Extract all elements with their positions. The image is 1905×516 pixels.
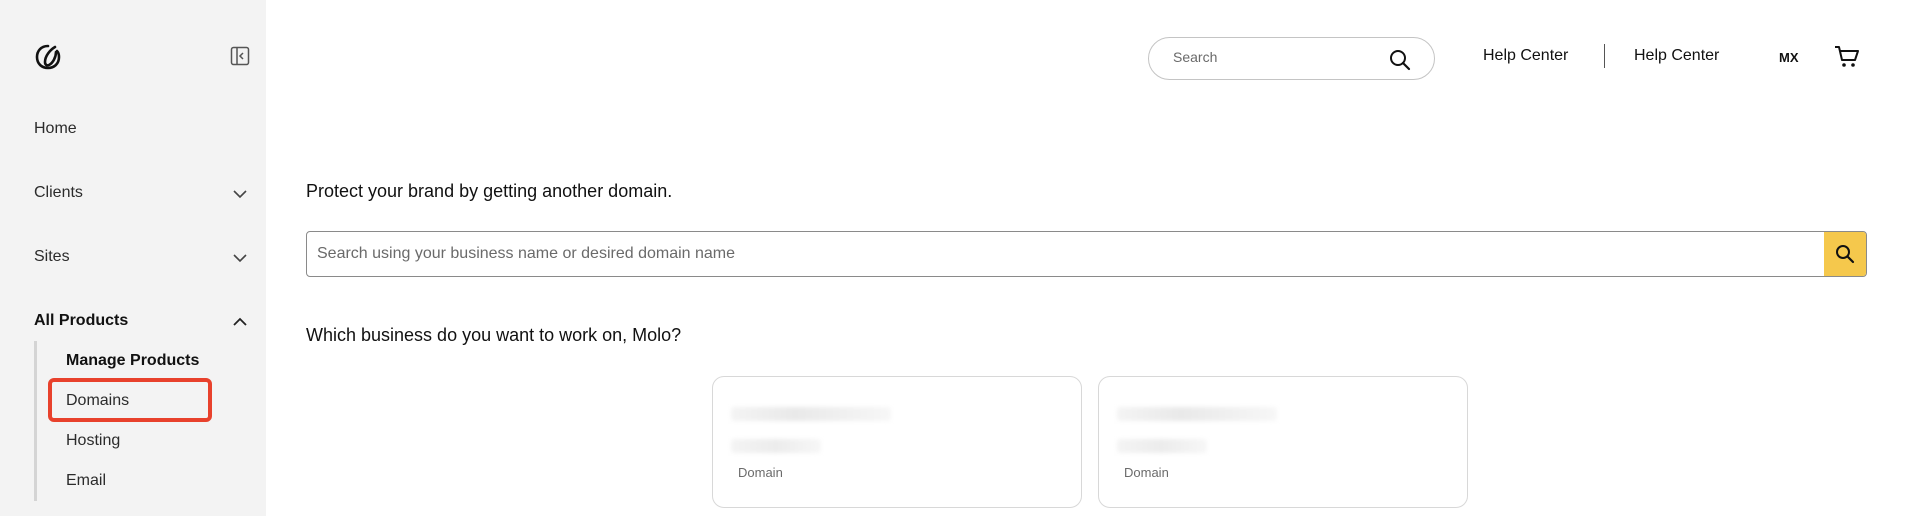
chevron-down-icon[interactable] [231,249,249,267]
redacted-detail [1117,439,1207,453]
search-icon[interactable] [1389,49,1411,71]
nav-home[interactable]: Home [34,120,77,138]
business-heading: Which business do you want to work on, M… [306,325,682,345]
collapse-sidebar-icon[interactable] [230,46,250,66]
business-card[interactable]: Domain [1098,376,1468,508]
redacted-name [1117,407,1277,421]
nav-all-products[interactable]: All Products [34,312,128,330]
sidebar: Home Clients Sites All Products Manage P… [0,0,266,516]
domain-search-button[interactable] [1824,232,1866,276]
redacted-name [731,407,891,421]
search-icon [1836,245,1855,264]
card-type-label: Domain [1124,465,1169,480]
redacted-detail [731,439,821,453]
submenu-rail [34,341,37,501]
card-type-label: Domain [738,465,783,480]
godaddy-logo-icon[interactable] [33,42,63,72]
sub-item-hosting[interactable]: Hosting [66,432,120,450]
domain-search-input[interactable] [317,245,1767,263]
chevron-up-icon[interactable] [231,313,249,331]
help-center-link[interactable]: Help Center [1483,47,1568,65]
header-search-input[interactable] [1173,49,1373,65]
sub-item-manage-products[interactable]: Manage Products [66,352,199,370]
help-center-link-2[interactable]: Help Center [1634,47,1719,65]
header-divider [1604,44,1605,68]
chevron-down-icon[interactable] [231,185,249,203]
business-card[interactable]: Domain [712,376,1082,508]
protect-brand-heading: Protect your brand by getting another do… [306,181,673,201]
nav-clients[interactable]: Clients [34,184,83,202]
locale-selector[interactable]: MX [1779,50,1799,65]
domains-highlight [48,378,212,422]
sub-item-email[interactable]: Email [66,472,106,490]
header-search[interactable] [1148,37,1435,80]
domain-search-bar[interactable] [306,231,1867,277]
nav-sites[interactable]: Sites [34,248,70,266]
cart-icon[interactable] [1834,45,1860,69]
